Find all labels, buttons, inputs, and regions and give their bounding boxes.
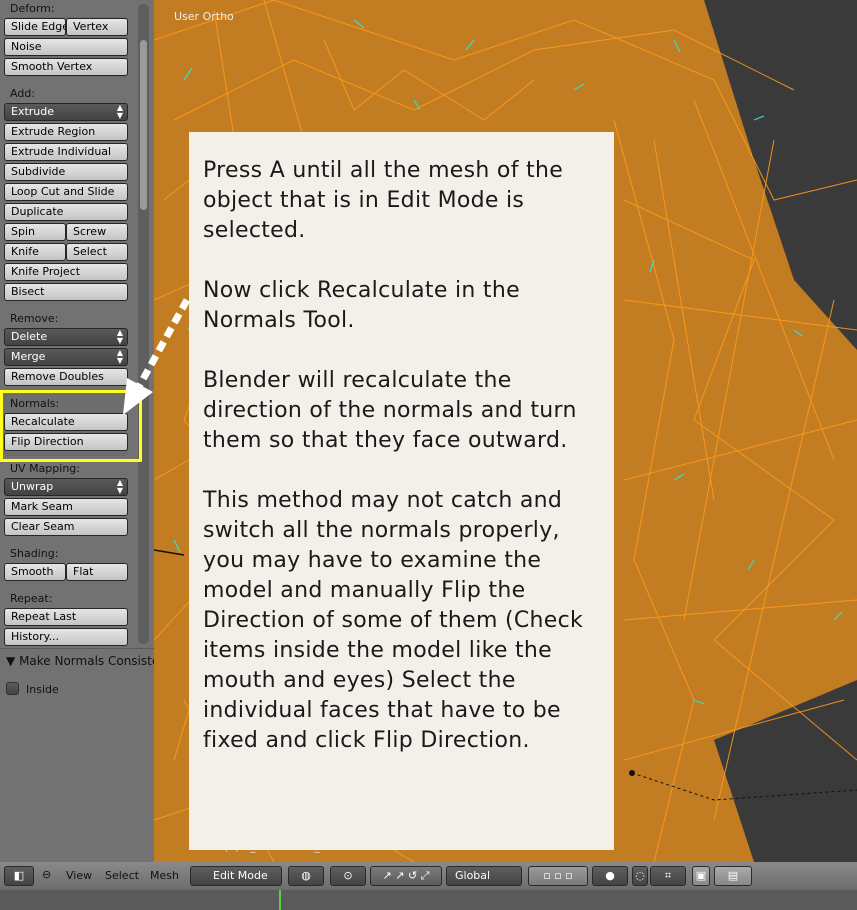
mark-seam-button[interactable]: Mark Seam: [4, 498, 128, 516]
updown-arrow-icon: ▲ ▼: [116, 103, 123, 120]
bisect-button[interactable]: Bisect: [4, 283, 128, 301]
select-mode-buttons[interactable]: ▫ ▫ ▫: [528, 866, 588, 886]
knife-button[interactable]: Knife: [4, 243, 66, 261]
collapse-triangle-icon: ▼: [6, 654, 16, 668]
extrude-label: Extrude: [11, 105, 55, 118]
repeat-section-label: Repeat:: [10, 592, 53, 605]
extrude-dropdown[interactable]: Extrude ▲ ▼: [4, 103, 128, 121]
orientation-label: Global: [455, 869, 491, 882]
instruction-paragraph-2: Now click Recalculate in the Normals Too…: [203, 278, 520, 333]
smooth-vertex-button[interactable]: Smooth Vertex: [4, 58, 128, 76]
updown-arrow-icon: ▲ ▼: [116, 478, 123, 495]
knife-select-button[interactable]: Select: [66, 243, 128, 261]
viewport-header: ◧ ⊖ View Select Mesh Edit Mode ◍ ⊙ ↗ ↗ ↺…: [0, 862, 857, 890]
spin-button[interactable]: Spin: [4, 223, 66, 241]
divider: [0, 648, 154, 649]
collapse-menus-icon[interactable]: ⊖: [42, 868, 51, 881]
editor-type-button[interactable]: ◧: [4, 866, 34, 886]
remove-section-label: Remove:: [10, 312, 59, 325]
sphere-icon: ◍: [301, 869, 311, 882]
operator-title: Make Normals Consiste: [19, 654, 160, 668]
panel-scrollbar-thumb[interactable]: [140, 40, 147, 210]
mode-selector[interactable]: Edit Mode: [190, 866, 282, 886]
select-menu[interactable]: Select: [105, 869, 139, 882]
smooth-shading-button[interactable]: Smooth: [4, 563, 66, 581]
extrude-individual-button[interactable]: Extrude Individual: [4, 143, 128, 161]
mode-label: Edit Mode: [213, 869, 268, 882]
view-menu[interactable]: View: [66, 869, 92, 882]
pivot-point-selector[interactable]: ⊙: [330, 866, 366, 886]
subdivide-button[interactable]: Subdivide: [4, 163, 128, 181]
orientation-selector[interactable]: Global: [446, 866, 522, 886]
instruction-paragraph-1: Press A until all the mesh of the object…: [203, 158, 564, 243]
proportional-icon: ●: [605, 869, 615, 882]
flat-shading-button[interactable]: Flat: [66, 563, 128, 581]
manipulator-widgets[interactable]: ↗ ↗ ↺ ⤢: [370, 866, 442, 886]
cube-icon: ◧: [13, 869, 25, 882]
view-label: User Ortho: [174, 10, 234, 23]
unwrap-label: Unwrap: [11, 480, 54, 493]
render-animation-icon[interactable]: ▤: [714, 866, 752, 886]
add-section-label: Add:: [10, 87, 36, 100]
inside-label: Inside: [26, 683, 59, 696]
loop-cut-button[interactable]: Loop Cut and Slide: [4, 183, 128, 201]
merge-label: Merge: [11, 350, 46, 363]
deform-section-label: Deform:: [10, 2, 55, 15]
pivot-icon: ⊙: [343, 869, 353, 882]
inside-checkbox[interactable]: [6, 682, 19, 695]
vertex-edge-face-icon: ▫ ▫ ▫: [543, 869, 573, 882]
snap-toggle[interactable]: ◌: [632, 866, 648, 886]
viewport-shading-selector[interactable]: ◍: [288, 866, 324, 886]
history-button[interactable]: History...: [4, 628, 128, 646]
noise-button[interactable]: Noise: [4, 38, 128, 56]
delete-label: Delete: [11, 330, 48, 343]
duplicate-button[interactable]: Duplicate: [4, 203, 128, 221]
magnet-icon: ◌: [635, 869, 645, 882]
snap-icon: ⌗: [664, 869, 672, 882]
clear-seam-button[interactable]: Clear Seam: [4, 518, 128, 536]
transform-axis-icon: ↗ ↗ ↺ ⤢: [382, 869, 430, 882]
snap-element-selector[interactable]: ⌗: [650, 866, 686, 886]
screw-button[interactable]: Screw: [66, 223, 128, 241]
remove-doubles-button[interactable]: Remove Doubles: [4, 368, 128, 386]
instruction-paragraph-3: Blender will recalculate the direction o…: [203, 368, 577, 453]
shading-section-label: Shading:: [10, 547, 59, 560]
instruction-card: Press A until all the mesh of the object…: [189, 132, 614, 850]
extrude-region-button[interactable]: Extrude Region: [4, 123, 128, 141]
vertex-button[interactable]: Vertex: [66, 18, 128, 36]
mesh-menu[interactable]: Mesh: [150, 869, 179, 882]
repeat-last-button[interactable]: Repeat Last: [4, 608, 128, 626]
timeline-strip[interactable]: [0, 890, 857, 910]
knife-project-button[interactable]: Knife Project: [4, 263, 128, 281]
uv-mapping-section-label: UV Mapping:: [10, 462, 80, 475]
instruction-paragraph-4: This method may not catch and switch all…: [203, 488, 584, 753]
current-frame-marker[interactable]: [279, 890, 281, 910]
operator-panel-header[interactable]: ▼ Make Normals Consiste: [6, 654, 159, 668]
render-icon[interactable]: ▣: [692, 866, 710, 886]
delete-dropdown[interactable]: Delete ▲ ▼: [4, 328, 128, 346]
merge-dropdown[interactable]: Merge ▲ ▼: [4, 348, 128, 366]
slide-edge-button[interactable]: Slide Edge: [4, 18, 66, 36]
unwrap-dropdown[interactable]: Unwrap ▲ ▼: [4, 478, 128, 496]
proportional-edit-selector[interactable]: ●: [592, 866, 628, 886]
